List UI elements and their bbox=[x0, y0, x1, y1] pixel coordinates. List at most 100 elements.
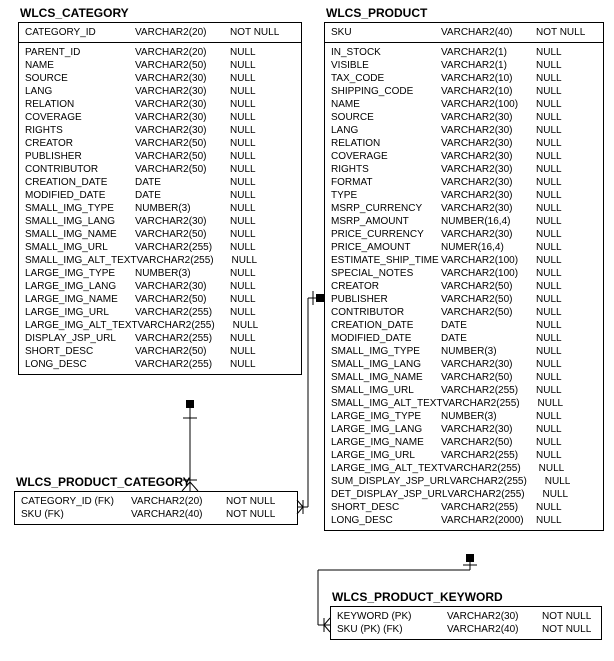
col-type: VARCHAR2(30) bbox=[441, 138, 536, 149]
col-type: VARCHAR2(50) bbox=[135, 151, 230, 162]
col-null: NULL bbox=[536, 372, 591, 383]
col-null: NULL bbox=[230, 99, 285, 110]
col-null: NOT NULL bbox=[226, 509, 281, 520]
col-name: PRICE_CURRENCY bbox=[331, 229, 441, 240]
col-name: LONG_DESC bbox=[331, 515, 441, 526]
col-type: NUMBER(3) bbox=[441, 411, 536, 422]
col-type: VARCHAR2(50) bbox=[441, 281, 536, 292]
column-row: LONG_DESCVARCHAR2(2000)NULL bbox=[331, 514, 597, 527]
column-row: ESTIMATE_SHIP_TIMEVARCHAR2(100)NULL bbox=[331, 254, 597, 267]
column-row: SMALL_IMG_ALT_TEXTVARCHAR2(255)NULL bbox=[331, 397, 597, 410]
column-row: LARGE_IMG_TYPENUMBER(3)NULL bbox=[331, 410, 597, 423]
col-type: VARCHAR2(255) bbox=[135, 307, 230, 318]
col-name: PARENT_ID bbox=[25, 47, 135, 58]
column-row: LANGVARCHAR2(30)NULL bbox=[25, 85, 295, 98]
col-type: VARCHAR2(255) bbox=[135, 333, 230, 344]
col-type: VARCHAR2(255) bbox=[444, 463, 539, 474]
col-name: SKU bbox=[331, 27, 441, 38]
col-type: DATE bbox=[441, 333, 536, 344]
col-null: NULL bbox=[538, 398, 593, 409]
column-row: VISIBLEVARCHAR2(1)NULL bbox=[331, 59, 597, 72]
table-title-product-category: WLCS_PRODUCT_CATEGORY bbox=[14, 475, 193, 489]
col-null: NULL bbox=[536, 515, 591, 526]
col-name: SMALL_IMG_TYPE bbox=[331, 346, 441, 357]
col-type: VARCHAR2(30) bbox=[135, 112, 230, 123]
col-null: NULL bbox=[230, 73, 285, 84]
col-type: DATE bbox=[135, 177, 230, 188]
col-name: SMALL_IMG_TYPE bbox=[25, 203, 135, 214]
col-type: VARCHAR2(30) bbox=[135, 73, 230, 84]
col-name: LARGE_IMG_NAME bbox=[331, 437, 441, 448]
col-type: VARCHAR2(20) bbox=[135, 47, 230, 58]
col-type: VARCHAR2(255) bbox=[443, 398, 538, 409]
col-null: NULL bbox=[230, 190, 285, 201]
col-null: NULL bbox=[230, 112, 285, 123]
col-name: MSRP_AMOUNT bbox=[331, 216, 441, 227]
col-type: VARCHAR2(30) bbox=[441, 112, 536, 123]
col-null: NULL bbox=[230, 229, 285, 240]
col-name: SOURCE bbox=[331, 112, 441, 123]
col-null: NOT NULL bbox=[542, 624, 597, 635]
col-type: VARCHAR2(40) bbox=[441, 27, 536, 38]
column-row: CREATORVARCHAR2(50)NULL bbox=[331, 280, 597, 293]
col-name: LARGE_IMG_NAME bbox=[25, 294, 135, 305]
col-type: VARCHAR2(30) bbox=[441, 424, 536, 435]
col-null: NULL bbox=[230, 125, 285, 136]
cols-section: IN_STOCKVARCHAR2(1)NULLVISIBLEVARCHAR2(1… bbox=[325, 43, 603, 530]
table-title-product: WLCS_PRODUCT bbox=[324, 6, 429, 20]
column-row: LARGE_IMG_TYPENUMBER(3)NULL bbox=[25, 267, 295, 280]
col-null: NOT NULL bbox=[542, 611, 597, 622]
col-name: CREATOR bbox=[331, 281, 441, 292]
col-type: VARCHAR2(30) bbox=[135, 125, 230, 136]
col-name: RELATION bbox=[331, 138, 441, 149]
pk-section: CATEGORY_ID (FK)VARCHAR2(20)NOT NULLSKU … bbox=[15, 492, 297, 524]
column-row: KEYWORD (PK)VARCHAR2(30)NOT NULL bbox=[337, 610, 595, 623]
column-row: LARGE_IMG_URLVARCHAR2(255)NULL bbox=[331, 449, 597, 462]
col-type: NUMBER(16,4) bbox=[441, 216, 536, 227]
col-type: VARCHAR2(20) bbox=[135, 27, 230, 38]
col-name: NAME bbox=[25, 60, 135, 71]
col-name: SMALL_IMG_NAME bbox=[331, 372, 441, 383]
col-type: VARCHAR2(50) bbox=[135, 164, 230, 175]
col-name: SKU (FK) bbox=[21, 509, 131, 520]
col-null: NOT NULL bbox=[536, 27, 591, 38]
column-row: SHORT_DESCVARCHAR2(255)NULL bbox=[331, 501, 597, 514]
col-name: KEYWORD (PK) bbox=[337, 611, 447, 622]
col-name: SMALL_IMG_URL bbox=[25, 242, 135, 253]
column-row: SOURCEVARCHAR2(30)NULL bbox=[331, 111, 597, 124]
pk-section: CATEGORY_IDVARCHAR2(20)NOT NULL bbox=[19, 23, 301, 43]
col-name: SOURCE bbox=[25, 73, 135, 84]
column-row: SMALL_IMG_NAMEVARCHAR2(50)NULL bbox=[331, 371, 597, 384]
column-row: MSRP_AMOUNTNUMBER(16,4)NULL bbox=[331, 215, 597, 228]
col-name: LARGE_IMG_ALT_TEXT bbox=[331, 463, 444, 474]
col-type: NUMER(16,4) bbox=[441, 242, 536, 253]
column-row: SUM_DISPLAY_JSP_URLVARCHAR2(255)NULL bbox=[331, 475, 597, 488]
col-type: DATE bbox=[441, 320, 536, 331]
col-null: NULL bbox=[536, 47, 591, 58]
col-name: MODIFIED_DATE bbox=[331, 333, 441, 344]
col-null: NULL bbox=[230, 294, 285, 305]
col-name: VISIBLE bbox=[331, 60, 441, 71]
col-name: SMALL_IMG_ALT_TEXT bbox=[331, 398, 443, 409]
col-null: NULL bbox=[536, 333, 591, 344]
col-null: NULL bbox=[536, 60, 591, 71]
col-type: VARCHAR2(30) bbox=[441, 164, 536, 175]
col-null: NULL bbox=[230, 281, 285, 292]
col-name: LONG_DESC bbox=[25, 359, 135, 370]
col-name: PUBLISHER bbox=[331, 294, 441, 305]
pk-section: KEYWORD (PK)VARCHAR2(30)NOT NULLSKU (PK)… bbox=[331, 607, 601, 639]
col-null: NULL bbox=[230, 151, 285, 162]
col-null: NULL bbox=[536, 203, 591, 214]
col-name: COVERAGE bbox=[331, 151, 441, 162]
col-type: VARCHAR2(50) bbox=[441, 307, 536, 318]
col-null: NULL bbox=[536, 411, 591, 422]
col-null: NULL bbox=[230, 359, 285, 370]
col-null: NULL bbox=[230, 177, 285, 188]
col-type: VARCHAR2(30) bbox=[441, 177, 536, 188]
column-row: CREATION_DATEDATENULL bbox=[25, 176, 295, 189]
col-type: VARCHAR2(2000) bbox=[441, 515, 536, 526]
col-null: NULL bbox=[536, 190, 591, 201]
table-title-category: WLCS_CATEGORY bbox=[18, 6, 131, 20]
column-row: PUBLISHERVARCHAR2(50)NULL bbox=[25, 150, 295, 163]
col-null: NULL bbox=[536, 437, 591, 448]
